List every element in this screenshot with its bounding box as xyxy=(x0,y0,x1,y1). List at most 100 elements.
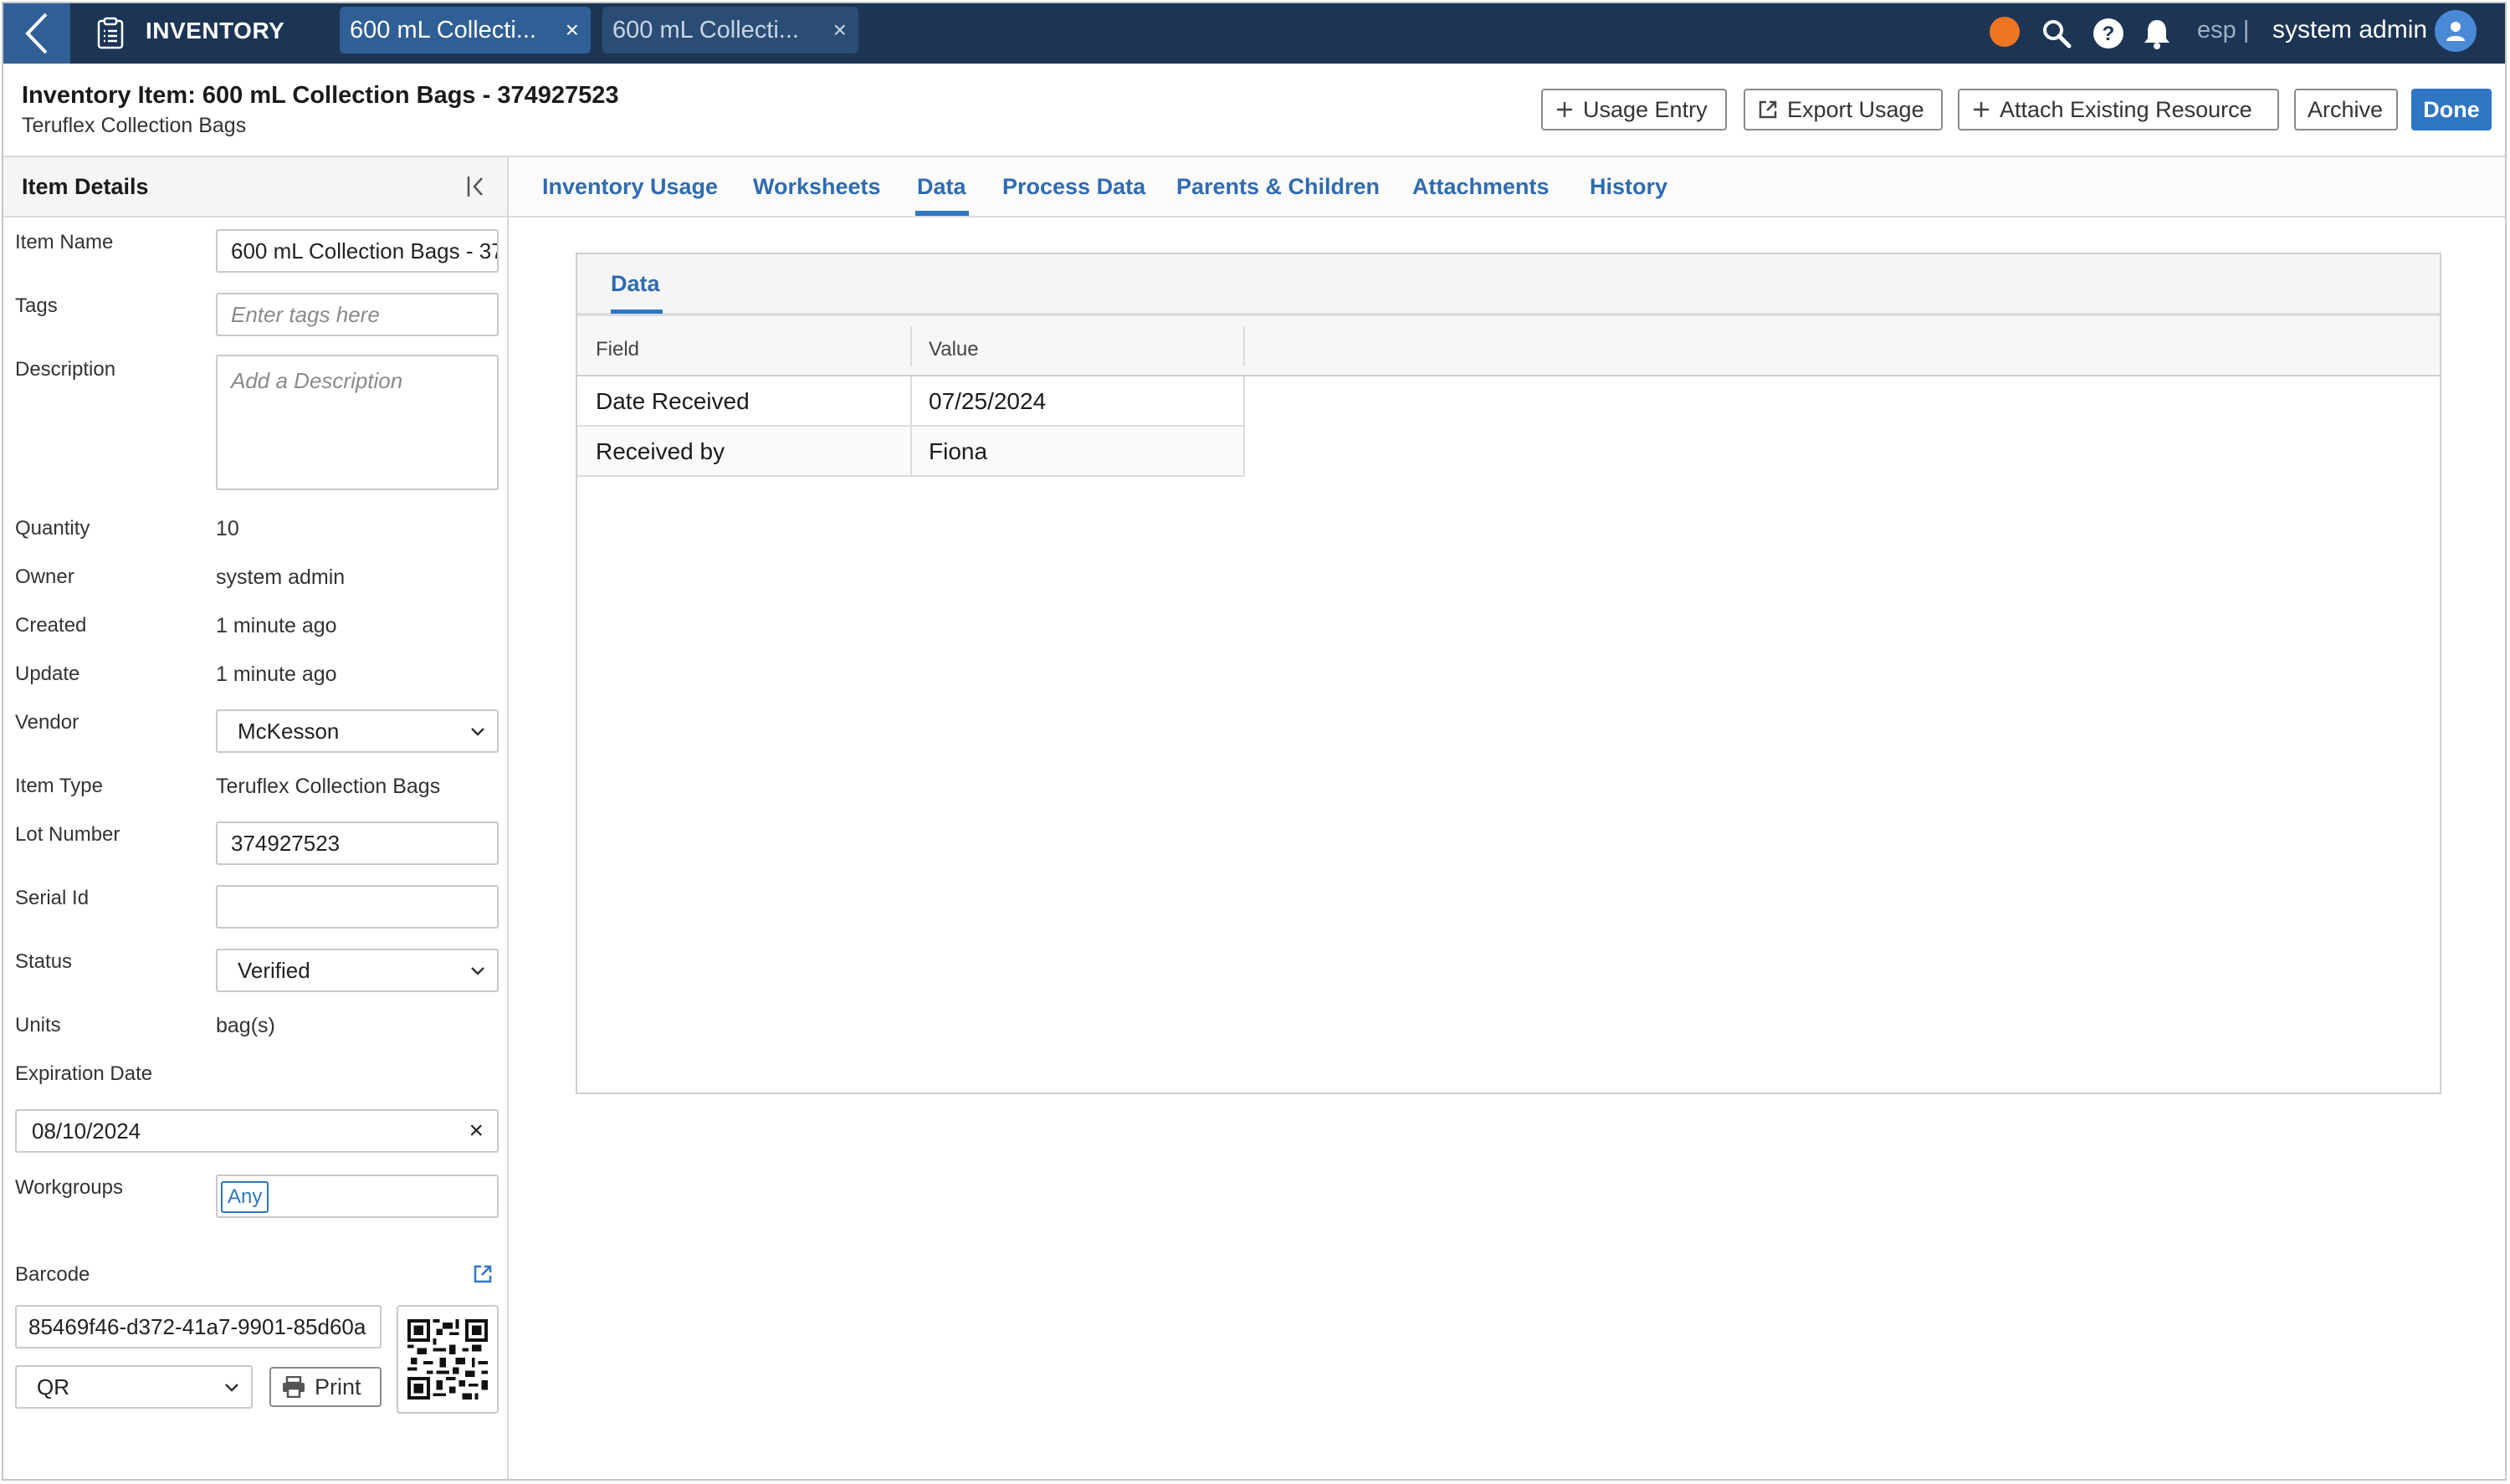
item-type-value: Teruflex Collection Bags xyxy=(216,775,441,798)
tab-item-active[interactable]: 600 mL Collecti... × xyxy=(340,7,591,54)
item-type-label: Item Type xyxy=(15,775,103,797)
tags-input[interactable]: Enter tags here xyxy=(216,293,499,336)
update-value: 1 minute ago xyxy=(216,663,337,686)
field-cell: Received by xyxy=(596,438,725,464)
value-cell[interactable]: 07/25/2024 xyxy=(929,388,1046,415)
external-link-icon xyxy=(1759,100,1777,119)
tab-worksheets[interactable]: Worksheets xyxy=(753,174,881,200)
expiration-date-input[interactable]: 08/10/2024 × xyxy=(15,1109,499,1153)
page-title: Inventory Item: 600 mL Collection Bags -… xyxy=(22,82,619,109)
attach-resource-button[interactable]: Attach Existing Resource xyxy=(1958,89,2279,130)
tab-attachments[interactable]: Attachments xyxy=(1412,174,1550,200)
field-cell: Date Received xyxy=(596,388,750,414)
owner-value: system admin xyxy=(216,565,346,589)
qr-code-icon xyxy=(407,1319,488,1400)
quantity-label: Quantity xyxy=(15,517,90,540)
barcode-label: Barcode xyxy=(15,1263,90,1286)
description-textarea[interactable]: Add a Description xyxy=(216,355,499,490)
column-divider[interactable] xyxy=(1243,326,1245,366)
chevron-down-icon xyxy=(471,967,484,975)
panel-header: Item Details xyxy=(3,157,507,217)
created-value: 1 minute ago xyxy=(216,614,337,637)
page-header: Inventory Item: 600 mL Collection Bags -… xyxy=(3,64,2505,157)
help-icon[interactable]: ? xyxy=(2092,17,2125,50)
serial-id-label: Serial Id xyxy=(15,887,90,909)
collapse-panel-icon[interactable] xyxy=(465,174,490,199)
printer-icon xyxy=(283,1376,305,1398)
owner-label: Owner xyxy=(15,565,74,588)
vendor-label: Vendor xyxy=(15,711,79,734)
clear-icon[interactable]: × xyxy=(469,1117,484,1145)
tab-data[interactable]: Data xyxy=(917,174,966,200)
tab-history[interactable]: History xyxy=(1590,174,1667,200)
chevron-left-icon xyxy=(25,13,48,54)
page-subtitle: Teruflex Collection Bags xyxy=(22,114,247,137)
main-content: Inventory Usage Worksheets Data Process … xyxy=(509,157,2505,1479)
update-label: Update xyxy=(15,663,80,685)
item-name-input[interactable]: 600 mL Collection Bags - 374927523 xyxy=(216,229,499,273)
status-indicator[interactable] xyxy=(1990,17,2020,47)
barcode-input[interactable]: 85469f46-d372-41a7-9901-85d60a xyxy=(15,1305,382,1348)
back-button[interactable] xyxy=(3,3,70,64)
tab-parents-children[interactable]: Parents & Children xyxy=(1176,174,1380,200)
close-icon[interactable]: × xyxy=(566,17,579,43)
archive-button[interactable]: Archive xyxy=(2294,89,2398,130)
panel-title: Item Details xyxy=(22,174,149,199)
language-switch[interactable]: esp | xyxy=(2197,17,2249,44)
vendor-value: McKesson xyxy=(238,718,340,744)
search-icon[interactable] xyxy=(2040,17,2073,50)
card-tab-bar: Data xyxy=(577,254,2440,316)
close-icon[interactable]: × xyxy=(833,17,847,43)
plus-icon xyxy=(1557,102,1572,117)
open-external-icon[interactable] xyxy=(472,1263,494,1285)
clipboard-list-icon xyxy=(97,17,124,49)
barcode-type-select[interactable]: QR xyxy=(15,1365,253,1409)
column-header-value[interactable]: Value xyxy=(929,338,979,361)
tab-label: 600 mL Collecti... xyxy=(612,16,799,43)
user-name[interactable]: system admin xyxy=(2272,16,2427,44)
app-title: INVENTORY xyxy=(146,18,285,43)
grid-header xyxy=(577,316,2440,376)
active-tab-indicator xyxy=(915,211,969,216)
tags-label: Tags xyxy=(15,294,58,317)
qr-code-preview xyxy=(397,1305,499,1414)
chevron-down-icon xyxy=(471,728,484,736)
item-details-panel: Item Details Item Name 600 mL Collection… xyxy=(3,157,509,1479)
workgroups-input[interactable]: Any xyxy=(216,1174,499,1218)
bell-icon[interactable] xyxy=(2140,17,2174,50)
cell-divider xyxy=(910,427,912,475)
tab-process-data[interactable]: Process Data xyxy=(1002,174,1145,200)
expiration-label: Expiration Date xyxy=(15,1062,153,1085)
print-button[interactable]: Print xyxy=(269,1367,382,1407)
print-label: Print xyxy=(315,1374,361,1400)
avatar[interactable] xyxy=(2435,10,2477,52)
plus-icon xyxy=(1974,102,1989,117)
workgroup-tag[interactable]: Any xyxy=(221,1181,269,1213)
column-header-field[interactable]: Field xyxy=(596,338,639,361)
status-select[interactable]: Verified xyxy=(216,949,499,992)
value-cell[interactable]: Fiona xyxy=(929,438,987,465)
chevron-down-icon xyxy=(225,1384,238,1392)
export-usage-button[interactable]: Export Usage xyxy=(1744,89,1943,130)
app-window: INVENTORY 600 mL Collecti... × 600 mL Co… xyxy=(2,2,2507,1481)
serial-id-input[interactable] xyxy=(216,885,499,929)
table-row[interactable]: Date Received 07/25/2024 xyxy=(577,376,1245,427)
usage-entry-label: Usage Entry xyxy=(1583,96,1708,122)
tab-inventory-usage[interactable]: Inventory Usage xyxy=(542,174,718,200)
tab-label: 600 mL Collecti... xyxy=(350,16,536,43)
lot-number-input[interactable]: 374927523 xyxy=(216,821,499,865)
done-button[interactable]: Done xyxy=(2411,89,2492,130)
attach-resource-label: Attach Existing Resource xyxy=(2000,96,2252,122)
vendor-select[interactable]: McKesson xyxy=(216,709,499,753)
status-value: Verified xyxy=(238,957,310,983)
svg-text:?: ? xyxy=(2103,23,2115,45)
usage-entry-button[interactable]: Usage Entry xyxy=(1541,89,1727,130)
barcode-type-value: QR xyxy=(37,1374,69,1400)
cell-divider xyxy=(910,376,912,425)
units-value: bag(s) xyxy=(216,1014,275,1037)
table-row[interactable]: Received by Fiona xyxy=(577,427,1245,477)
column-divider[interactable] xyxy=(910,326,912,366)
tab-item[interactable]: 600 mL Collecti... × xyxy=(602,7,858,54)
card-tab-data[interactable]: Data xyxy=(611,271,660,297)
workgroups-label: Workgroups xyxy=(15,1176,123,1199)
